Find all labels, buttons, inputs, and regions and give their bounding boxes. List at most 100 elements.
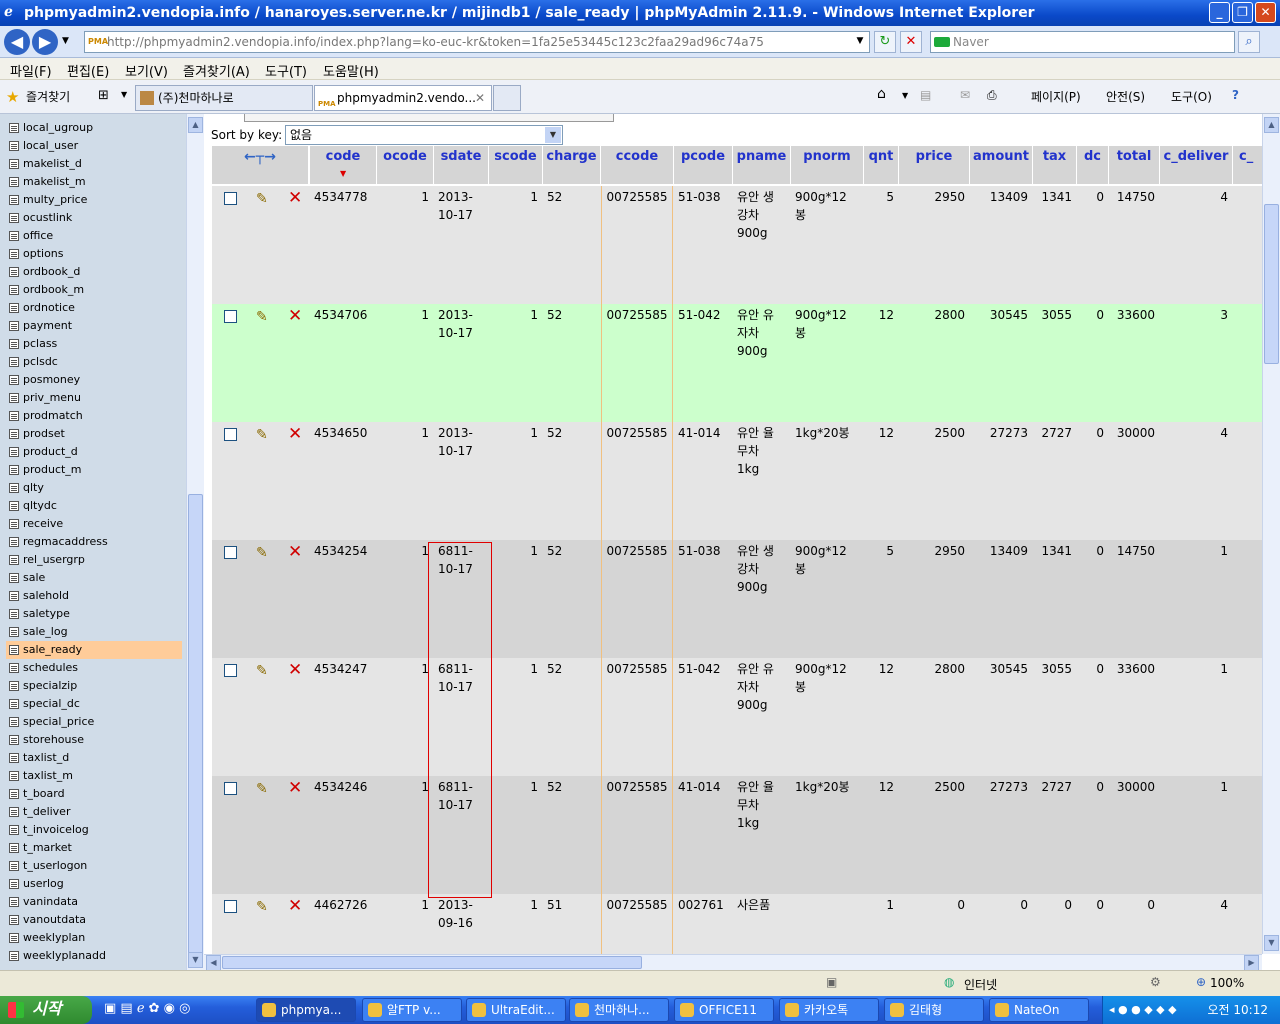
tab-chunma[interactable]: (주)천마하나로 [135, 85, 313, 111]
sidebar-item-t_invoicelog[interactable]: t_invoicelog [6, 821, 182, 839]
row-checkbox[interactable] [224, 428, 237, 441]
column-header-tax[interactable]: tax [1033, 146, 1076, 184]
table-icon[interactable] [9, 555, 19, 565]
table-icon[interactable] [9, 357, 19, 367]
table-icon[interactable] [9, 807, 19, 817]
table-icon[interactable] [9, 915, 19, 925]
scroll-thumb[interactable] [222, 956, 642, 969]
print-icon[interactable]: ⎙ [987, 88, 997, 103]
table-icon[interactable] [9, 159, 19, 169]
delete-icon[interactable]: ✕ [288, 426, 304, 443]
table-icon[interactable] [9, 609, 19, 619]
home-icon[interactable]: ⌂ [877, 86, 886, 102]
home-dropdown-icon[interactable]: ▼ [902, 91, 908, 100]
table-icon[interactable] [9, 177, 19, 187]
sidebar-item-userlog[interactable]: userlog [6, 875, 182, 893]
table-icon[interactable] [9, 663, 19, 673]
column-header-pname[interactable]: pname [733, 146, 790, 184]
start-button[interactable]: 시작 [0, 996, 92, 1024]
table-icon[interactable] [9, 843, 19, 853]
column-header-ocode[interactable]: ocode [377, 146, 433, 184]
taskbar-item[interactable]: 카카오톡 [779, 998, 879, 1022]
sidebar-item-product_m[interactable]: product_m [6, 461, 182, 479]
favorites-button[interactable]: 즐겨찾기 [26, 88, 70, 105]
taskbar-item[interactable]: phpmya... [256, 998, 356, 1022]
sidebar-item-options[interactable]: options [6, 245, 182, 263]
delete-icon[interactable]: ✕ [288, 544, 304, 561]
scroll-down-icon[interactable]: ▼ [1264, 935, 1279, 951]
sidebar-item-t_board[interactable]: t_board [6, 785, 182, 803]
column-header-pnorm[interactable]: pnorm [791, 146, 863, 184]
sidebar-item-vanindata[interactable]: vanindata [6, 893, 182, 911]
column-header-scode[interactable]: scode [489, 146, 542, 184]
column-header-pcode[interactable]: pcode [674, 146, 732, 184]
sidebar-item-vanoutdata[interactable]: vanoutdata [6, 911, 182, 929]
edit-pencil-icon[interactable]: ✎ [256, 545, 272, 561]
row-checkbox[interactable] [224, 546, 237, 559]
sidebar-item-specialzip[interactable]: specialzip [6, 677, 182, 695]
delete-icon[interactable]: ✕ [288, 780, 304, 797]
search-button[interactable]: ⌕ [1238, 31, 1260, 53]
table-icon[interactable] [9, 717, 19, 727]
table-icon[interactable] [9, 339, 19, 349]
sidebar-item-receive[interactable]: receive [6, 515, 182, 533]
sidebar-item-ordbook_m[interactable]: ordbook_m [6, 281, 182, 299]
menu-file[interactable]: 파일(F) [10, 61, 52, 80]
sidebar-item-payment[interactable]: payment [6, 317, 182, 335]
table-icon[interactable] [9, 447, 19, 457]
table-icon[interactable] [9, 897, 19, 907]
forward-button[interactable]: ▶ [32, 29, 58, 55]
edit-pencil-icon[interactable]: ✎ [256, 781, 272, 797]
edit-pencil-icon[interactable]: ✎ [256, 899, 272, 915]
column-header-amount[interactable]: amount [970, 146, 1032, 184]
sidebar-item-ordnotice[interactable]: ordnotice [6, 299, 182, 317]
column-header-total[interactable]: total [1109, 146, 1159, 184]
sidebar-item-special_dc[interactable]: special_dc [6, 695, 182, 713]
table-icon[interactable] [9, 141, 19, 151]
sidebar-item-ocustlink[interactable]: ocustlink [6, 209, 182, 227]
table-icon[interactable] [9, 519, 19, 529]
scroll-thumb[interactable] [188, 494, 203, 954]
protected-mode-icon[interactable]: ⚙ [1150, 975, 1161, 989]
horizontal-scrollbar[interactable]: ◀ ▶ [204, 954, 1262, 971]
table-icon[interactable] [9, 627, 19, 637]
table-icon[interactable] [9, 231, 19, 241]
table-icon[interactable] [9, 321, 19, 331]
column-header-c-deliver[interactable]: c_deliver [1160, 146, 1232, 184]
mail-icon[interactable]: ✉ [960, 88, 970, 102]
tools-menu[interactable]: 도구(O) [1171, 88, 1212, 105]
row-checkbox[interactable] [224, 310, 237, 323]
sort-select[interactable]: 없음 ▼ [285, 125, 563, 145]
scroll-up-icon[interactable]: ▲ [188, 117, 203, 133]
scroll-right-icon[interactable]: ▶ [1244, 955, 1259, 971]
table-icon[interactable] [9, 681, 19, 691]
minimize-button[interactable]: _ [1209, 2, 1230, 23]
column-header-charge[interactable]: charge [543, 146, 600, 184]
quick-tabs-icon[interactable]: ⊞ [98, 88, 109, 103]
taskbar-item[interactable]: 천마하나... [569, 998, 669, 1022]
page-vertical-scrollbar[interactable]: ▲ ▼ [1262, 114, 1280, 954]
table-icon[interactable] [9, 303, 19, 313]
close-button[interactable]: ✕ [1255, 2, 1276, 23]
edit-pencil-icon[interactable]: ✎ [256, 427, 272, 443]
sidebar-item-salehold[interactable]: salehold [6, 587, 182, 605]
delete-icon[interactable]: ✕ [288, 308, 304, 325]
sidebar-item-t_userlogon[interactable]: t_userlogon [6, 857, 182, 875]
sidebar-item-prodset[interactable]: prodset [6, 425, 182, 443]
menu-favorites[interactable]: 즐겨찾기(A) [183, 61, 250, 80]
menu-tools[interactable]: 도구(T) [265, 61, 307, 80]
sidebar-item-office[interactable]: office [6, 227, 182, 245]
table-icon[interactable] [9, 249, 19, 259]
table-icon[interactable] [9, 825, 19, 835]
edit-pencil-icon[interactable]: ✎ [256, 191, 272, 207]
sidebar-item-qlty[interactable]: qlty [6, 479, 182, 497]
sidebar-item-schedules[interactable]: schedules [6, 659, 182, 677]
table-icon[interactable] [9, 465, 19, 475]
menu-edit[interactable]: 편집(E) [67, 61, 109, 80]
menu-help[interactable]: 도움말(H) [323, 61, 379, 80]
taskbar-item[interactable]: 알FTP v... [362, 998, 462, 1022]
zoom-level[interactable]: 100% [1210, 976, 1244, 990]
feeds-icon[interactable]: ▤ [920, 88, 931, 102]
url-dropdown-icon[interactable]: ▼ [852, 31, 868, 53]
table-icon[interactable] [9, 753, 19, 763]
